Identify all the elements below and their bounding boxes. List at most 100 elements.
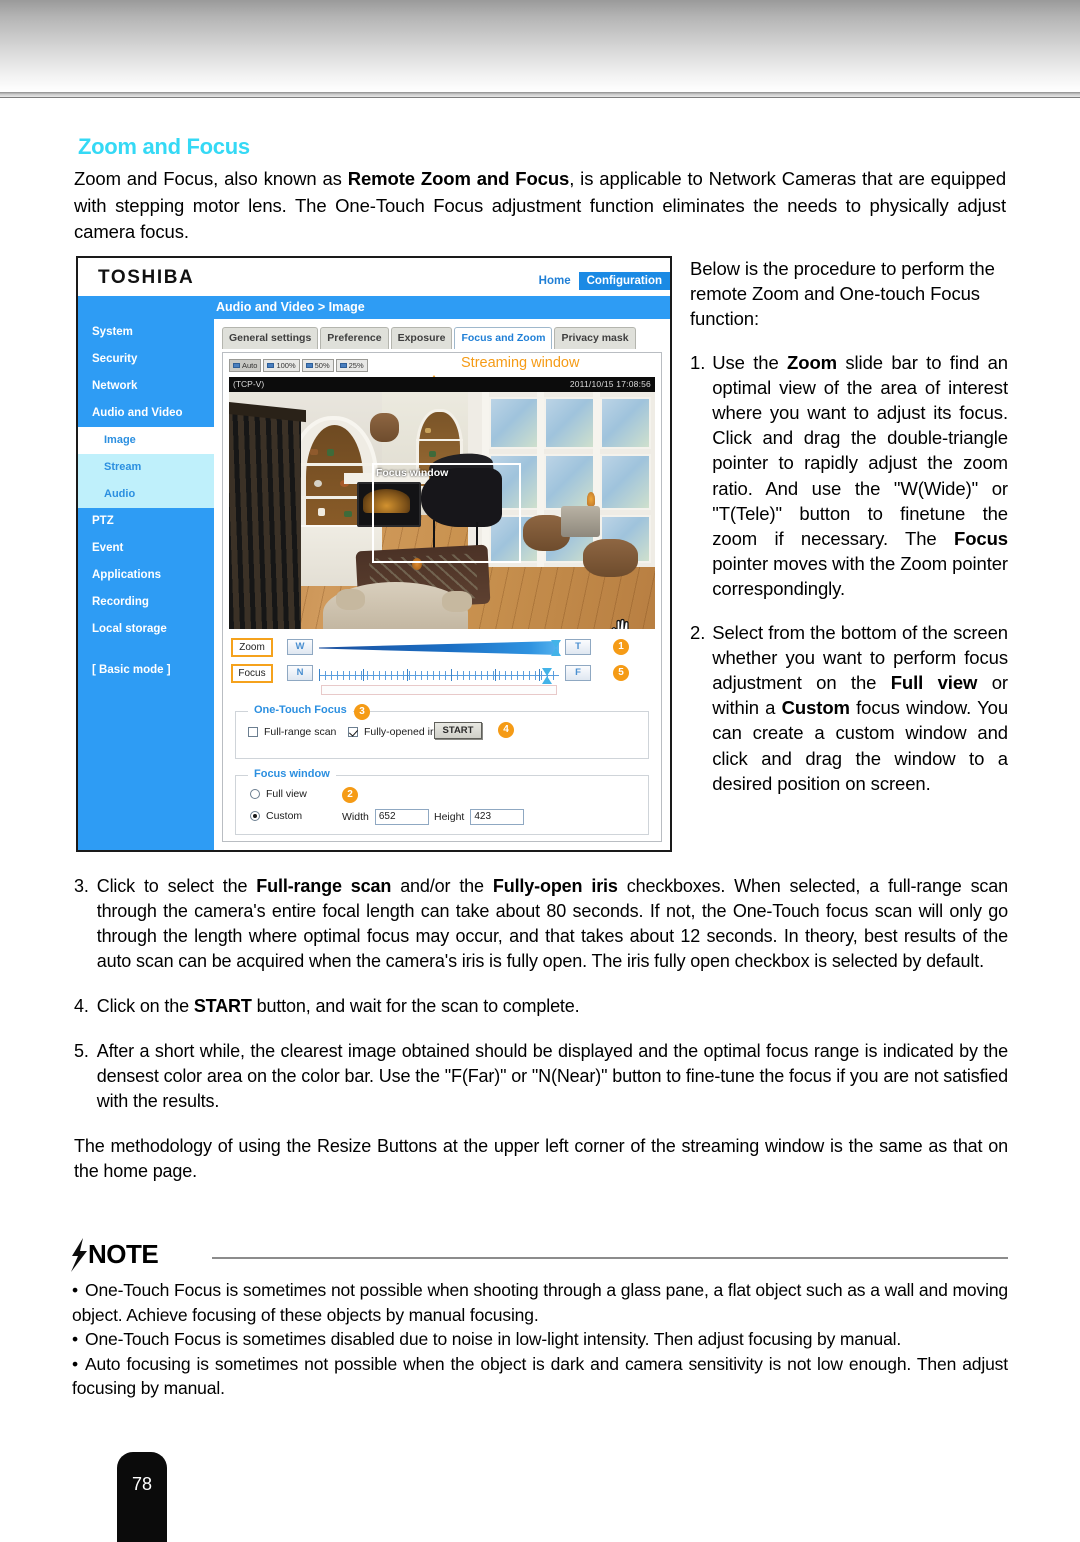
resize-button-50[interactable]: 50%	[301, 359, 334, 372]
toshiba-logo: TOSHIBA	[98, 267, 195, 288]
screen-icon	[233, 363, 240, 368]
step-3-number: 3.	[74, 876, 89, 896]
nav-configuration-link[interactable]: Configuration	[578, 272, 670, 290]
note-divider	[212, 1257, 1008, 1259]
step-3-bold-2: Fully-open iris	[492, 876, 618, 896]
note-section: NOTE One-Touch Focus is sometimes not po…	[62, 1238, 1008, 1398]
sidebar-item-recording[interactable]: Recording	[78, 589, 214, 616]
tab-focus-and-zoom[interactable]: Focus and Zoom	[454, 327, 553, 349]
sidebar: System Security Network Audio and Video …	[78, 319, 214, 850]
step-4: 4. Click on the START button, and wait f…	[74, 994, 1008, 1019]
step-4-text: Click on the START button, and wait for …	[97, 994, 1008, 1019]
closing-paragraph: The methodology of using the Resize Butt…	[74, 1136, 1008, 1181]
zoom-slider-wedge	[319, 641, 559, 655]
sidebar-item-security[interactable]: Security	[78, 346, 214, 373]
resize-button-100[interactable]: 100%	[263, 359, 300, 372]
full-range-scan-row[interactable]: Full-range scan	[248, 726, 336, 738]
zoom-slider-track[interactable]	[319, 640, 562, 656]
sidebar-item-local-storage[interactable]: Local storage	[78, 616, 214, 643]
tab-general-settings[interactable]: General settings	[222, 327, 319, 349]
width-input[interactable]: 652	[374, 809, 429, 825]
step-1-text-c: pointer moves with the Zoom pointer corr…	[712, 553, 1008, 600]
sidebar-item-network[interactable]: Network	[78, 373, 214, 400]
sidebar-item-stream[interactable]: Stream	[78, 454, 214, 481]
step-3-text-a: Click to select the	[96, 876, 257, 896]
full-view-row[interactable]: Full view	[250, 788, 307, 800]
step-5-number: 5.	[74, 1041, 89, 1061]
page-header-band	[0, 0, 1080, 92]
height-field-row: Height 423	[434, 809, 525, 825]
resize-button-auto[interactable]: Auto	[229, 359, 262, 372]
panel-body: Auto 100% 50% 25% Streaming window (TCP-…	[222, 352, 662, 842]
focus-window-legend: Focus window	[248, 768, 336, 780]
note-header: NOTE	[62, 1238, 1008, 1278]
sidebar-item-image[interactable]: Image	[78, 427, 214, 454]
sidebar-item-system[interactable]: System	[78, 319, 214, 346]
nav-home-link[interactable]: Home	[531, 275, 579, 287]
width-label: Width	[342, 811, 369, 823]
screen-icon	[267, 363, 275, 368]
focus-near-button[interactable]: N	[287, 665, 313, 681]
tab-exposure[interactable]: Exposure	[390, 327, 453, 349]
brand-bar: TOSHIBA Home Configuration	[78, 258, 670, 296]
step-3-text-b: and/or the	[391, 876, 493, 896]
zoom-label-button[interactable]: Zoom	[231, 638, 273, 657]
step-1-zoom-bold: Zoom	[787, 351, 837, 373]
focus-slider-thumb[interactable]	[542, 668, 553, 684]
video-feed[interactable]: Focus window	[229, 392, 655, 629]
breadcrumb: Audio and Video > Image	[216, 300, 365, 314]
step-3: 3. Click to select the Full-range scan a…	[74, 874, 1008, 974]
focus-slider-track[interactable]	[319, 668, 559, 684]
breadcrumb-bar: Audio and Video > Image	[78, 296, 670, 319]
sidebar-item-ptz[interactable]: PTZ	[78, 508, 214, 535]
full-range-scan-label: Full-range scan	[264, 726, 337, 738]
focus-color-bar	[321, 685, 557, 695]
zoom-wide-button[interactable]: W	[287, 639, 313, 655]
zoom-tele-button[interactable]: T	[565, 639, 591, 655]
callout-badge-1: 1	[613, 639, 629, 655]
screen-icon	[305, 363, 313, 368]
note-bullet-2: One-Touch Focus is sometimes disabled du…	[72, 1327, 1008, 1352]
zoom-slider-thumb[interactable]	[551, 640, 562, 656]
focus-label-button[interactable]: Focus	[231, 664, 273, 683]
tab-preference[interactable]: Preference	[320, 327, 389, 349]
tab-privacy-mask[interactable]: Privacy mask	[554, 327, 636, 349]
step-2-number: 2.	[690, 621, 706, 643]
height-label: Height	[434, 811, 465, 823]
callout-badge-2: 2	[342, 787, 358, 803]
custom-radio[interactable]	[250, 811, 260, 821]
screen-icon	[339, 363, 347, 368]
resize-buttons: Auto 100% 50% 25%	[229, 359, 368, 372]
intro-text-bold: Remote Zoom and Focus	[347, 168, 570, 189]
custom-row[interactable]: Custom	[250, 810, 302, 822]
step-2-text: Select from the bottom of the screen whe…	[712, 620, 1008, 796]
top-navigation: Home Configuration	[531, 272, 670, 290]
height-input[interactable]: 423	[470, 809, 525, 825]
fully-opened-iris-checkbox[interactable]	[348, 727, 358, 737]
step-2-fullview-bold: Full view	[890, 672, 978, 694]
video-protocol: (TCP-V)	[233, 379, 265, 389]
focus-far-button[interactable]: F	[565, 665, 591, 681]
step-1-text-b: slide bar to find an optimal view of the…	[712, 351, 1008, 550]
right-lead-paragraph: Below is the procedure to perform the re…	[690, 258, 995, 330]
step-5-text: After a short while, the clearest image …	[96, 1041, 1008, 1111]
intro-text-a: Zoom and Focus, also known as	[74, 168, 348, 189]
video-status-bar: (TCP-V) 2011/10/15 17:08:56	[229, 377, 655, 392]
sidebar-item-event[interactable]: Event	[78, 535, 214, 562]
fully-opened-iris-row[interactable]: Fully-opened iris	[348, 726, 441, 738]
hand-cursor-icon	[611, 618, 629, 629]
resize-button-25[interactable]: 25%	[335, 359, 368, 372]
lightning-bolt-icon	[71, 1238, 87, 1272]
sidebar-item-basic-mode[interactable]: [ Basic mode ]	[78, 657, 214, 684]
step-5: 5. After a short while, the clearest ima…	[74, 1039, 1008, 1114]
sidebar-item-audio[interactable]: Audio	[78, 481, 214, 508]
step-3-text: Click to select the Full-range scan and/…	[97, 874, 1008, 974]
step-4-text-c: button, and wait for the scan to complet…	[251, 996, 580, 1016]
sidebar-item-applications[interactable]: Applications	[78, 562, 214, 589]
start-button[interactable]: START	[434, 722, 482, 739]
step-1-focus-bold: Focus	[954, 528, 1008, 550]
full-view-radio[interactable]	[250, 789, 260, 799]
lower-paragraphs: 3. Click to select the Full-range scan a…	[74, 874, 1008, 1204]
sidebar-item-audio-and-video[interactable]: Audio and Video	[78, 400, 214, 427]
full-range-scan-checkbox[interactable]	[248, 727, 258, 737]
